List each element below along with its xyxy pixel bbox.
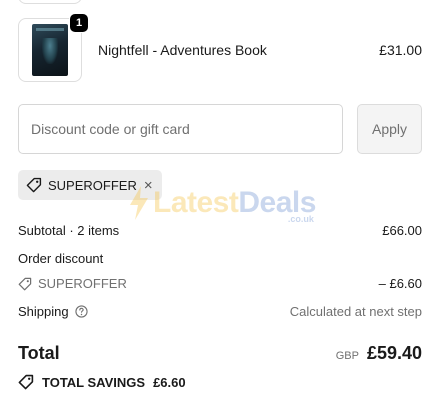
savings-value: £6.60 bbox=[153, 374, 186, 390]
shipping-value: Calculated at next step bbox=[289, 304, 422, 319]
total-row: Total GBP £59.40 bbox=[18, 343, 422, 364]
total-label: Total bbox=[18, 343, 60, 363]
applied-code-label: SUPEROFFER bbox=[48, 177, 137, 193]
apply-button[interactable]: Apply bbox=[357, 104, 422, 154]
lightning-icon bbox=[130, 186, 148, 220]
tag-icon bbox=[18, 374, 34, 390]
discount-code-row: SUPEROFFER – £6.60 bbox=[18, 276, 422, 291]
subtotal-value: £66.00 bbox=[382, 223, 422, 238]
order-discount-row: Order discount bbox=[18, 251, 422, 266]
discount-form: Apply bbox=[18, 104, 422, 154]
total-savings: TOTAL SAVINGS £6.60 bbox=[18, 374, 186, 390]
total-amount: £59.40 bbox=[366, 343, 422, 363]
previous-item-thumbnail bbox=[18, 0, 82, 4]
product-thumbnail: 1 bbox=[18, 13, 89, 82]
subtotal-label: Subtotal · 2 items bbox=[18, 223, 120, 238]
product-price: £31.00 bbox=[379, 42, 422, 58]
order-discount-label: Order discount bbox=[18, 251, 104, 266]
book-cover-image bbox=[32, 24, 68, 76]
tag-icon bbox=[18, 277, 32, 290]
discount-code-label: SUPEROFFER bbox=[38, 276, 127, 291]
shipping-row: Shipping Calculated at next step bbox=[18, 304, 422, 319]
subtotal-row: Subtotal · 2 items £66.00 bbox=[18, 223, 422, 238]
savings-label: TOTAL SAVINGS bbox=[42, 374, 146, 390]
quantity-badge: 1 bbox=[69, 13, 89, 33]
product-name: Nightfell - Adventures Book bbox=[98, 42, 267, 58]
cart-line-item: 1 Nightfell - Adventures Book £31.00 bbox=[18, 13, 422, 82]
shipping-label: Shipping bbox=[18, 304, 69, 319]
discount-value: – £6.60 bbox=[378, 276, 422, 291]
discount-code-input[interactable] bbox=[18, 104, 343, 154]
latestdeals-watermark: LatestDeals .co.uk bbox=[128, 186, 316, 224]
help-icon[interactable] bbox=[74, 305, 88, 318]
tag-icon bbox=[26, 177, 42, 193]
currency-code: GBP bbox=[335, 350, 359, 362]
